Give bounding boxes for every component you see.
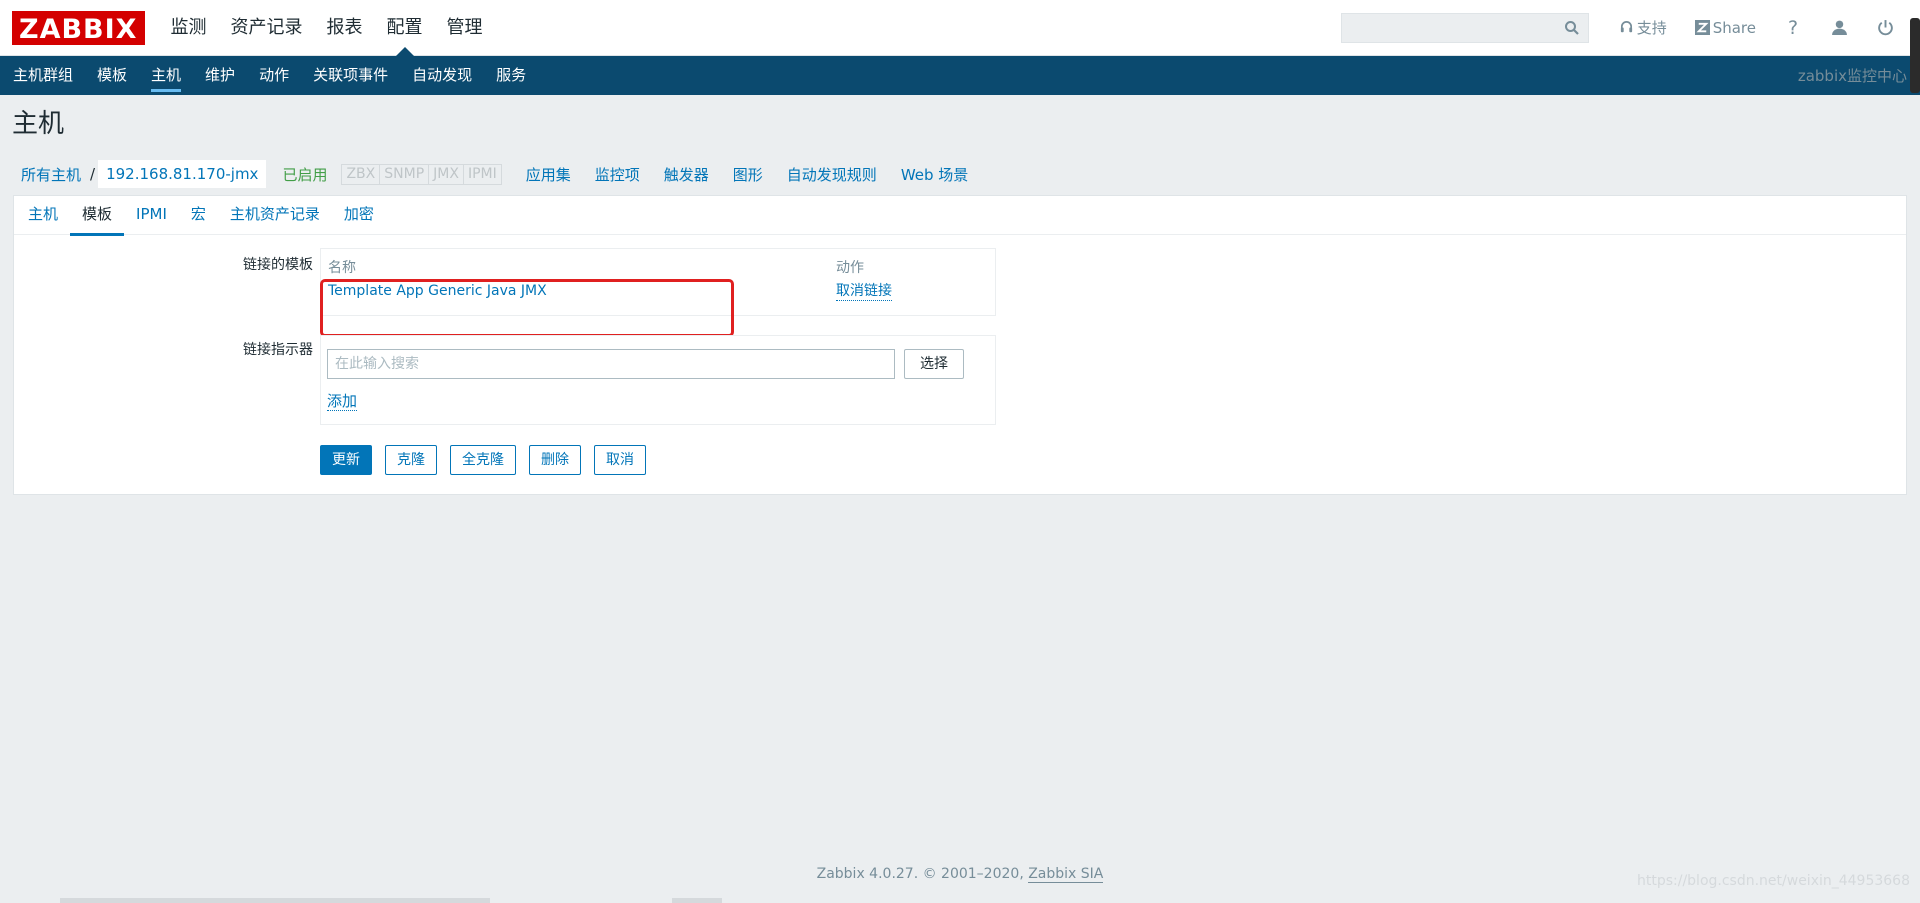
host-nav-web-scenarios[interactable]: Web 场景 xyxy=(889,164,980,185)
user-profile-icon[interactable] xyxy=(1828,17,1850,39)
subnav-discovery[interactable]: 自动发现 xyxy=(400,56,484,95)
linked-templates-label: 链接的模板 xyxy=(243,257,313,273)
tab-ipmi[interactable]: IPMI xyxy=(124,196,179,235)
top-header: ZABBIX 监测 资产记录 报表 配置 管理 支持 Share ? xyxy=(0,0,1920,56)
headset-icon xyxy=(1620,21,1632,33)
tab-macros[interactable]: 宏 xyxy=(179,196,218,235)
tab-templates[interactable]: 模板 xyxy=(70,196,125,236)
link-indicator-box: 在此输入搜索 选择 添加 xyxy=(320,335,996,425)
subnav-hosts[interactable]: 主机 xyxy=(139,56,193,95)
cancel-button[interactable]: 取消 xyxy=(594,445,646,475)
breadcrumb-all-hosts[interactable]: 所有主机 xyxy=(12,164,90,185)
bottom-scroll-strip xyxy=(60,898,490,903)
bottom-scroll-strip-2 xyxy=(672,898,722,903)
column-header-action: 动作 xyxy=(836,260,864,276)
main-menu: 监测 资产记录 报表 配置 管理 xyxy=(159,0,495,56)
delete-button[interactable]: 删除 xyxy=(529,445,581,475)
annotation-highlight-box xyxy=(320,279,734,337)
share-z-icon xyxy=(1694,20,1710,35)
availability-snmp: SNMP xyxy=(380,163,430,185)
footer-company-link[interactable]: Zabbix SIA xyxy=(1028,866,1104,883)
unlink-template-link[interactable]: 取消链接 xyxy=(836,283,892,301)
full-clone-button[interactable]: 全克隆 xyxy=(450,445,516,475)
watermark: https://blog.csdn.net/weixin_44953668 xyxy=(1636,873,1910,889)
template-search-input[interactable]: 在此输入搜索 xyxy=(327,349,895,379)
share-label: Share xyxy=(1712,18,1756,37)
link-indicator-label: 链接指示器 xyxy=(243,342,313,358)
availability-zbx: ZBX xyxy=(341,163,381,185)
column-header-name: 名称 xyxy=(328,260,356,276)
page-footer: Zabbix 4.0.27. © 2001–2020, Zabbix SIA xyxy=(0,866,1920,883)
support-link[interactable]: 支持 xyxy=(1619,17,1667,38)
breadcrumb-separator: / xyxy=(90,165,96,183)
subnav-templates[interactable]: 模板 xyxy=(85,56,139,95)
host-form-panel: 主机 模板 IPMI 宏 主机资产记录 加密 链接的模板 名称 动作 Templ… xyxy=(13,195,1907,495)
page-title: 主机 xyxy=(12,109,65,139)
subnav-services[interactable]: 服务 xyxy=(484,56,538,95)
clone-button[interactable]: 克隆 xyxy=(385,445,437,475)
help-icon[interactable]: ? xyxy=(1782,17,1804,39)
availability-jmx: JMX xyxy=(429,163,464,185)
sub-navigation: 主机群组 模板 主机 维护 动作 关联项事件 自动发现 服务 zabbix监控中… xyxy=(0,56,1920,95)
availability-indicators: ZBX SNMP JMX IPMI xyxy=(341,163,502,185)
form-buttons: 更新 克隆 全克隆 删除 取消 xyxy=(320,445,659,475)
link-indicator-field: 在此输入搜索 选择 添加 xyxy=(320,335,996,425)
global-search xyxy=(1340,12,1589,43)
footer-copyright: Zabbix 4.0.27. © 2001–2020, xyxy=(816,866,1024,882)
search-icon[interactable] xyxy=(1564,20,1580,36)
availability-ipmi: IPMI xyxy=(463,163,502,185)
share-link[interactable]: Share xyxy=(1694,18,1756,37)
host-nav-discovery-rules[interactable]: 自动发现规则 xyxy=(775,164,889,185)
power-logout-icon[interactable] xyxy=(1874,17,1896,39)
tab-host[interactable]: 主机 xyxy=(16,196,70,235)
menu-configuration[interactable]: 配置 xyxy=(375,0,435,56)
subnav-host-groups[interactable]: 主机群组 xyxy=(1,56,85,95)
add-template-link[interactable]: 添加 xyxy=(327,392,358,411)
menu-administration[interactable]: 管理 xyxy=(435,0,495,56)
menu-monitoring[interactable]: 监测 xyxy=(159,0,219,56)
server-name: zabbix监控中心 xyxy=(1797,67,1907,85)
host-status-enabled[interactable]: 已启用 xyxy=(280,164,341,185)
tab-encryption[interactable]: 加密 xyxy=(332,196,386,235)
window-edge-widget xyxy=(1910,18,1920,93)
breadcrumb-current-host[interactable]: 192.168.81.170-jmx xyxy=(98,160,267,188)
host-nav-applications[interactable]: 应用集 xyxy=(514,164,583,185)
menu-inventory[interactable]: 资产记录 xyxy=(219,0,315,56)
subnav-event-correlation[interactable]: 关联项事件 xyxy=(301,56,400,95)
zabbix-logo[interactable]: ZABBIX xyxy=(12,10,145,45)
tab-host-inventory[interactable]: 主机资产记录 xyxy=(218,196,332,235)
form-tabs: 主机 模板 IPMI 宏 主机资产记录 加密 xyxy=(14,196,1906,236)
menu-reports[interactable]: 报表 xyxy=(315,0,375,56)
update-button[interactable]: 更新 xyxy=(320,445,372,475)
host-nav-triggers[interactable]: 触发器 xyxy=(652,164,721,185)
subnav-maintenance[interactable]: 维护 xyxy=(193,56,247,95)
subnav-actions[interactable]: 动作 xyxy=(247,56,301,95)
host-nav-graphs[interactable]: 图形 xyxy=(721,164,775,185)
search-input[interactable] xyxy=(1341,13,1588,42)
header-tools: 支持 Share ? xyxy=(1340,0,1908,56)
host-nav-items[interactable]: 监控项 xyxy=(583,164,652,185)
host-navigation: 所有主机 / 192.168.81.170-jmx 已启用 ZBX SNMP J… xyxy=(0,153,1920,195)
select-button[interactable]: 选择 xyxy=(904,349,964,379)
support-label: 支持 xyxy=(1636,19,1667,37)
